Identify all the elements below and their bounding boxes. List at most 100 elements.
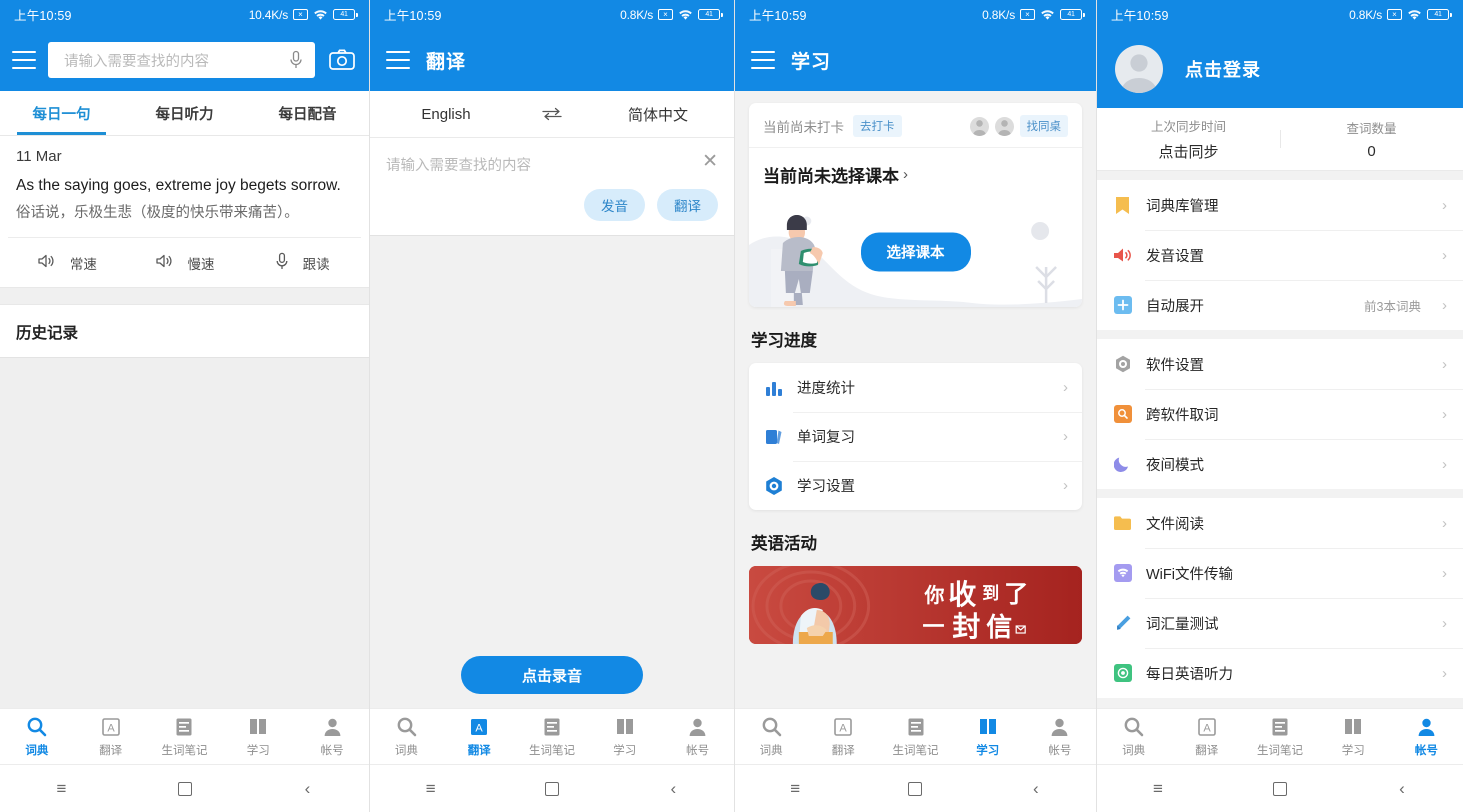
hamburger-menu-icon[interactable] <box>751 51 775 69</box>
account-icon <box>321 716 343 738</box>
menu-item-progress-stats[interactable]: 进度统计 › <box>749 363 1082 412</box>
hamburger-menu-icon[interactable] <box>386 51 410 69</box>
nav-item-translate[interactable]: A 翻译 <box>443 716 516 758</box>
system-home-icon[interactable] <box>522 765 582 812</box>
nav-label: 词典 <box>1122 744 1146 757</box>
no-sim-icon: × <box>1020 9 1035 20</box>
tab-daily-sentence[interactable]: 每日一句 <box>0 91 123 135</box>
bottom-nav-account: 词典 A 翻译 生词笔记 学习 帐号 <box>1097 708 1463 764</box>
bottom-nav-translate: 词典 A 翻译 生词笔记 学习 帐号 <box>370 708 734 764</box>
account-stats: 上次同步时间 点击同步 查词数量 0 <box>1097 108 1463 171</box>
nav-item-study[interactable]: 学习 <box>1317 716 1390 758</box>
no-sim-icon: × <box>658 9 673 20</box>
cards-icon <box>763 426 784 447</box>
microphone-icon[interactable] <box>289 50 303 70</box>
setting-dictionary-manage[interactable]: 词典库管理 › <box>1097 180 1463 230</box>
checkin-status-text: 当前尚未打卡 <box>763 120 844 135</box>
nav-item-notes[interactable]: 生词笔记 <box>1243 716 1316 758</box>
nav-item-translate[interactable]: A 翻译 <box>1170 716 1243 758</box>
setting-cross-app-lookup[interactable]: 跨软件取词 › <box>1097 389 1463 439</box>
setting-auto-expand[interactable]: 自动展开 前3本词典 › <box>1097 280 1463 330</box>
search-input[interactable]: 请输入需要查找的内容 <box>48 42 315 78</box>
avatar-icon[interactable] <box>1115 44 1163 93</box>
swap-icon[interactable] <box>522 107 582 121</box>
system-back-icon[interactable]: ‹ <box>278 765 338 812</box>
settings-group-2: 软件设置 › 跨软件取词 › 夜间模式 › <box>1097 339 1463 489</box>
nav-item-notes[interactable]: 生词笔记 <box>879 716 951 758</box>
nav-item-dictionary[interactable]: 词典 <box>735 716 807 758</box>
nav-item-translate[interactable]: A 翻译 <box>807 716 879 758</box>
audio-follow-read[interactable]: 跟读 <box>243 252 361 274</box>
nav-item-account[interactable]: 帐号 <box>1024 716 1096 758</box>
system-nav-bar: ≡ ‹ <box>1097 764 1463 812</box>
nav-label: 帐号 <box>320 744 344 757</box>
audio-normal-speed[interactable]: 常速 <box>8 253 126 273</box>
system-menu-icon[interactable]: ≡ <box>401 765 461 812</box>
system-menu-icon[interactable]: ≡ <box>765 765 825 812</box>
record-button[interactable]: 点击录音 <box>461 656 643 694</box>
notes-icon <box>1269 716 1291 738</box>
target-language[interactable]: 简体中文 <box>582 104 734 125</box>
select-textbook-header[interactable]: 当前尚未选择课本 › <box>749 147 1082 197</box>
tab-daily-listening[interactable]: 每日听力 <box>123 91 246 135</box>
menu-item-study-settings[interactable]: 学习设置 › <box>749 461 1082 510</box>
chevron-right-icon: › <box>1442 455 1447 473</box>
system-home-icon[interactable] <box>1250 765 1310 812</box>
nav-item-study[interactable]: 学习 <box>221 716 295 758</box>
close-icon[interactable]: ✕ <box>702 152 718 171</box>
nav-item-account[interactable]: 帐号 <box>295 716 369 758</box>
speak-button[interactable]: 发音 <box>584 189 645 221</box>
audio-slow-speed[interactable]: 慢速 <box>126 253 244 273</box>
system-menu-icon[interactable]: ≡ <box>32 765 92 812</box>
nav-item-account[interactable]: 帐号 <box>1390 716 1463 758</box>
app-bar-account[interactable]: 点击登录 <box>1097 29 1463 108</box>
daily-sentence-card: 11 Mar As the saying goes, extreme joy b… <box>0 136 369 225</box>
nav-item-dictionary[interactable]: 词典 <box>370 716 443 758</box>
system-back-icon[interactable]: ‹ <box>1372 765 1432 812</box>
system-home-icon[interactable] <box>885 765 945 812</box>
nav-item-dictionary[interactable]: 词典 <box>1097 716 1170 758</box>
nav-item-study[interactable]: 学习 <box>588 716 661 758</box>
checkin-row: 当前尚未打卡 去打卡 找同桌 <box>749 103 1082 147</box>
nav-label: 生词笔记 <box>528 744 575 757</box>
translate-input[interactable]: 请输入需要查找的内容 ✕ <box>370 138 734 183</box>
source-language[interactable]: English <box>370 106 522 123</box>
setting-file-reading[interactable]: 文件阅读 › <box>1097 498 1463 548</box>
nav-item-study[interactable]: 学习 <box>952 716 1024 758</box>
hamburger-menu-icon[interactable] <box>12 51 36 69</box>
tab-daily-dubbing[interactable]: 每日配音 <box>246 91 369 135</box>
nav-item-account[interactable]: 帐号 <box>661 716 734 758</box>
nav-item-translate[interactable]: A 翻译 <box>74 716 148 758</box>
go-checkin-button[interactable]: 去打卡 <box>853 115 902 137</box>
daily-tabs: 每日一句 每日听力 每日配音 <box>0 91 369 136</box>
nav-item-notes[interactable]: 生词笔记 <box>516 716 589 758</box>
translate-icon: A <box>468 716 490 738</box>
system-back-icon[interactable]: ‹ <box>1006 765 1066 812</box>
svg-text:A: A <box>1203 722 1211 734</box>
network-speed: 0.8K/s <box>620 7 653 22</box>
translate-button[interactable]: 翻译 <box>657 189 718 221</box>
nav-item-dictionary[interactable]: 词典 <box>0 716 74 758</box>
progress-section-title: 学习进度 <box>751 332 817 350</box>
setting-wifi-transfer[interactable]: WiFi文件传输 › <box>1097 548 1463 598</box>
login-label[interactable]: 点击登录 <box>1185 56 1261 82</box>
nav-label: 学习 <box>1341 744 1365 757</box>
setting-daily-listening[interactable]: 每日英语听力 › <box>1097 648 1463 698</box>
menu-item-word-review[interactable]: 单词复习 › <box>749 412 1082 461</box>
setting-night-mode[interactable]: 夜间模式 › <box>1097 439 1463 489</box>
setting-software-settings[interactable]: 软件设置 › <box>1097 339 1463 389</box>
system-menu-icon[interactable]: ≡ <box>1128 765 1188 812</box>
setting-pronunciation[interactable]: 发音设置 › <box>1097 230 1463 280</box>
avatar <box>969 116 989 136</box>
battery-icon: 41 <box>1427 9 1452 20</box>
find-deskmate-button[interactable]: 找同桌 <box>1019 115 1068 137</box>
choose-textbook-button[interactable]: 选择课本 <box>860 232 971 272</box>
chevron-right-icon: › <box>1442 196 1447 214</box>
setting-vocabulary-test[interactable]: 词汇量测试 › <box>1097 598 1463 648</box>
nav-item-notes[interactable]: 生词笔记 <box>148 716 222 758</box>
system-back-icon[interactable]: ‹ <box>643 765 703 812</box>
system-home-icon[interactable] <box>155 765 215 812</box>
stat-last-sync[interactable]: 上次同步时间 点击同步 <box>1097 116 1280 162</box>
activity-banner[interactable]: 你 收 到 了 一 封 信 <box>749 566 1082 644</box>
camera-icon[interactable] <box>327 47 357 73</box>
